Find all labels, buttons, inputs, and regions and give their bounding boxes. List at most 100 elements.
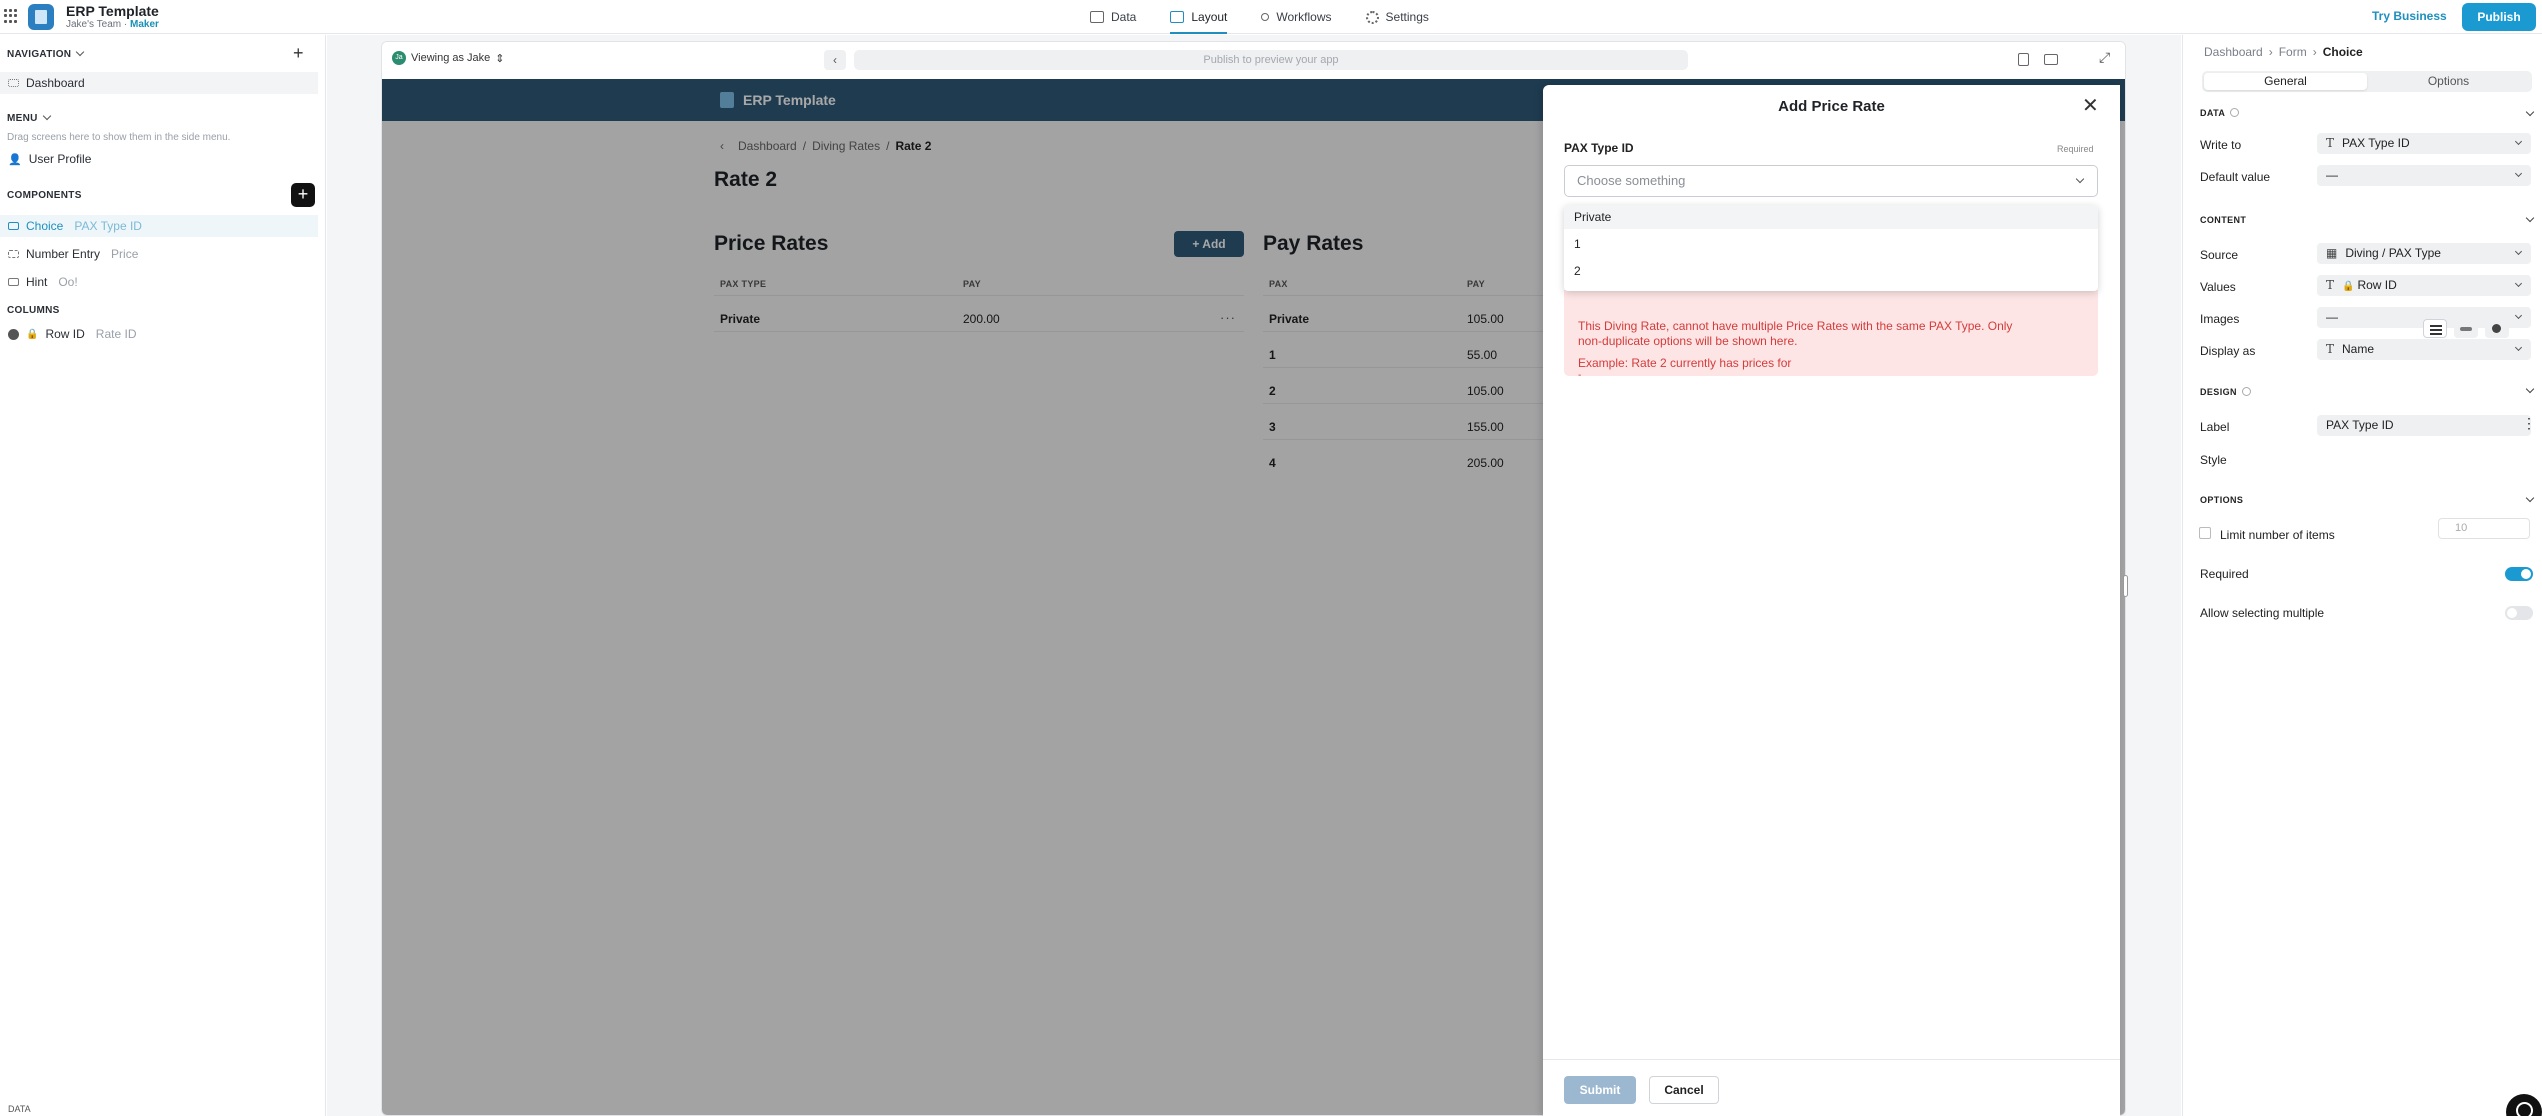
limit-items-checkbox[interactable] — [2199, 527, 2211, 539]
column-icon — [8, 328, 19, 340]
submit-button[interactable]: Submit — [1564, 1076, 1636, 1104]
tab-options[interactable]: Options — [2367, 73, 2530, 90]
style-chips-button[interactable] — [2454, 319, 2478, 338]
warning-line: This Diving Rate, cannot have multiple P… — [1578, 319, 2013, 333]
tablet-icon[interactable] — [2044, 54, 2058, 65]
tab-layout[interactable]: Layout — [1170, 0, 1228, 34]
app-logo — [28, 4, 54, 30]
text-type-icon: T — [2326, 136, 2335, 150]
menu-header[interactable]: MENU — [7, 111, 51, 124]
chevron-down-icon[interactable] — [2525, 107, 2535, 117]
try-business-link[interactable]: Try Business — [2372, 9, 2447, 23]
close-icon[interactable]: ✕ — [2082, 96, 2099, 116]
default-value: — — [2326, 168, 2338, 182]
values-value: Row ID — [2357, 278, 2397, 292]
navigation-header-label: NAVIGATION — [7, 49, 72, 60]
tab-general[interactable]: General — [2204, 73, 2367, 90]
display-as-select[interactable]: T Name — [2317, 339, 2531, 360]
viewing-as-selector[interactable]: Ja Viewing as Jake ⇕ — [392, 51, 505, 65]
design-section-header[interactable]: DESIGN — [2200, 386, 2251, 397]
default-value-select[interactable]: — — [2317, 165, 2531, 186]
column-row-id[interactable]: 🔒 Row ID Rate ID — [0, 323, 318, 345]
add-navigation-icon[interactable]: + — [293, 44, 304, 62]
style-list-button[interactable] — [2423, 319, 2447, 338]
choice-icon — [8, 222, 19, 230]
required-toggle[interactable] — [2505, 567, 2533, 581]
warning-line: non-duplicate options will be shown here… — [1578, 334, 1798, 348]
limit-items-label: Limit number of items — [2220, 528, 2335, 542]
main-tabs: Data Layout Workflows Settings — [1090, 0, 1429, 34]
images-value: — — [2326, 310, 2338, 324]
component-number-entry[interactable]: Number Entry Price — [0, 243, 318, 265]
label-input[interactable]: PAX Type ID — [2317, 415, 2531, 436]
component-hint[interactable]: Hint Oo! — [0, 271, 318, 293]
more-options-icon[interactable]: ⋮ — [2522, 416, 2536, 430]
phone-icon[interactable] — [2018, 53, 2029, 66]
required-label: Required — [2200, 567, 2249, 581]
chevron-down-icon — [2075, 174, 2085, 184]
app-name[interactable]: ERP Template — [66, 3, 159, 19]
dropdown-option[interactable]: 2 — [1574, 264, 1581, 278]
team-name: Jake's Team — [66, 19, 122, 30]
values-select[interactable]: T 🔒 Row ID — [2317, 275, 2531, 296]
tab-data[interactable]: Data — [1090, 0, 1136, 34]
chevron-down-icon[interactable] — [2525, 493, 2535, 503]
data-section-header[interactable]: DATA — [2200, 107, 2240, 118]
nav-item-dashboard[interactable]: Dashboard — [0, 72, 318, 94]
images-label: Images — [2200, 312, 2240, 326]
data-footer[interactable]: DATA — [8, 1104, 31, 1114]
default-value-label: Default value — [2200, 170, 2271, 184]
resize-handle[interactable] — [2123, 575, 2128, 597]
tab-layout-label: Layout — [1191, 10, 1228, 24]
components-header: COMPONENTS — [7, 190, 82, 201]
add-component-button[interactable]: + — [291, 183, 315, 207]
chevron-down-icon — [76, 47, 85, 57]
expand-icon[interactable]: ⤢ — [2099, 49, 2110, 66]
tab-workflows-label: Workflows — [1276, 10, 1332, 24]
pax-type-select[interactable]: Choose something — [1564, 165, 2098, 197]
workflow-icon — [1261, 13, 1270, 21]
write-to-select[interactable]: T PAX Type ID — [2317, 133, 2531, 154]
values-label: Values — [2200, 280, 2236, 294]
dropdown-option[interactable]: 1 — [1574, 237, 1581, 251]
dropdown-option[interactable]: Private — [1574, 210, 1611, 224]
display-as-label: Display as — [2200, 344, 2256, 358]
limit-items-input[interactable]: 10 — [2438, 518, 2530, 539]
source-select[interactable]: ▦ Diving / PAX Type — [2317, 243, 2531, 264]
publish-button[interactable]: Publish — [2462, 3, 2536, 31]
component-choice[interactable]: Choice PAX Type ID — [0, 215, 318, 237]
apps-grid-icon[interactable] — [4, 9, 18, 23]
navigation-header[interactable]: NAVIGATION — [7, 47, 85, 60]
menu-item-user-profile[interactable]: 👤 User Profile — [0, 148, 318, 170]
columns-header: COLUMNS — [7, 305, 60, 316]
tab-workflows[interactable]: Workflows — [1261, 0, 1332, 34]
team-info: Jake's Team · Maker — [66, 19, 159, 30]
add-price-rate-modal: Add Price Rate ✕ PAX Type ID Required Ch… — [1543, 85, 2120, 1116]
back-button[interactable]: ‹ — [824, 50, 846, 70]
chevron-down-icon[interactable] — [2525, 384, 2535, 394]
right-panel: Dashboard › Form › Choice General Option… — [2182, 35, 2542, 1116]
gear-icon — [1365, 10, 1379, 24]
options-section-header[interactable]: OPTIONS — [2200, 495, 2243, 505]
content-section-header[interactable]: CONTENT — [2200, 215, 2246, 225]
chevron-down-icon[interactable] — [2525, 213, 2535, 223]
chevron-down-icon — [2514, 137, 2523, 146]
column-sub: Rate ID — [95, 327, 137, 341]
tab-settings-label: Settings — [1385, 10, 1429, 24]
hint-icon — [8, 278, 19, 286]
cancel-button[interactable]: Cancel — [1649, 1076, 1719, 1104]
warning-line: - — [1578, 370, 1582, 381]
tab-settings[interactable]: Settings — [1365, 0, 1429, 34]
menu-header-label: MENU — [7, 113, 38, 124]
component-label: Choice — [26, 219, 64, 233]
breadcrumb-current: Choice — [2322, 45, 2363, 59]
allow-multiple-label: Allow selecting multiple — [2200, 606, 2325, 620]
table-icon: ▦ — [2326, 246, 2338, 260]
breadcrumb-item[interactable]: Dashboard — [2204, 45, 2263, 59]
breadcrumb-item[interactable]: Form — [2279, 45, 2307, 59]
allow-multiple-toggle[interactable] — [2505, 606, 2533, 620]
style-radio-button[interactable] — [2485, 319, 2509, 338]
key-icon: 🔒 — [2342, 281, 2355, 292]
label-label: Label — [2200, 420, 2230, 434]
number-icon — [8, 250, 19, 258]
